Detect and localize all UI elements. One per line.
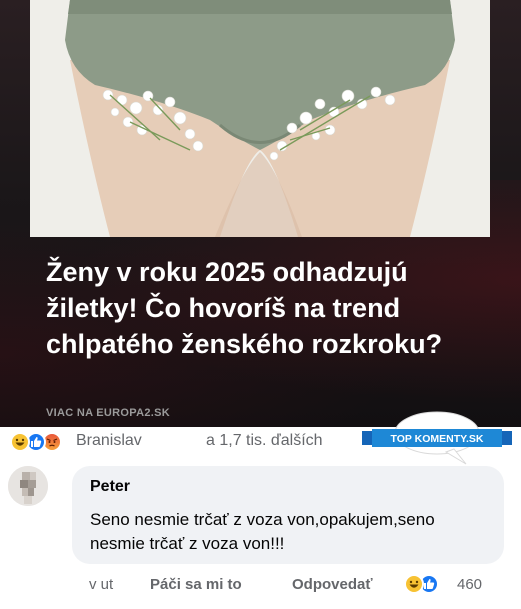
comment-reaction-count[interactable]: 460 xyxy=(457,576,482,593)
promo-photo xyxy=(30,0,490,237)
top-komenty-badge: TOP KOMENTY.SK xyxy=(362,409,512,465)
reply-button[interactable]: Odpovedať xyxy=(292,576,373,593)
comment-reaction-icons[interactable] xyxy=(404,574,444,596)
reactor-name[interactable]: Branislav xyxy=(76,432,142,450)
badge-text: TOP KOMENTY.SK xyxy=(391,433,484,445)
haha-reaction-icon xyxy=(10,432,30,452)
reactor-count[interactable]: a 1,7 tis. ďalších xyxy=(206,432,323,450)
comment-bubble: Peter Seno nesmie trčať z voza von,opaku… xyxy=(72,466,504,564)
promo-card[interactable]: Ženy v roku 2025 odhadzujú žiletky! Čo h… xyxy=(0,0,521,427)
reaction-summary-icons[interactable] xyxy=(10,432,76,454)
comment-timestamp[interactable]: v ut xyxy=(89,576,113,593)
comment-actions: v ut Páči sa mi to Odpovedať 460 xyxy=(0,572,521,600)
promo-source-link[interactable]: VIAC NA EUROPA2.SK xyxy=(46,407,170,419)
comment-author[interactable]: Peter xyxy=(90,478,130,496)
like-button[interactable]: Páči sa mi to xyxy=(150,576,242,593)
promo-headline[interactable]: Ženy v roku 2025 odhadzujú žiletky! Čo h… xyxy=(46,254,486,362)
comment-text: Seno nesmie trčať z voza von,opakujem,se… xyxy=(90,510,435,553)
haha-reaction-icon xyxy=(404,574,424,594)
avatar[interactable] xyxy=(8,466,48,506)
reaction-bar: Branislav a 1,7 tis. ďalších TOP KOMENTY… xyxy=(0,411,521,465)
